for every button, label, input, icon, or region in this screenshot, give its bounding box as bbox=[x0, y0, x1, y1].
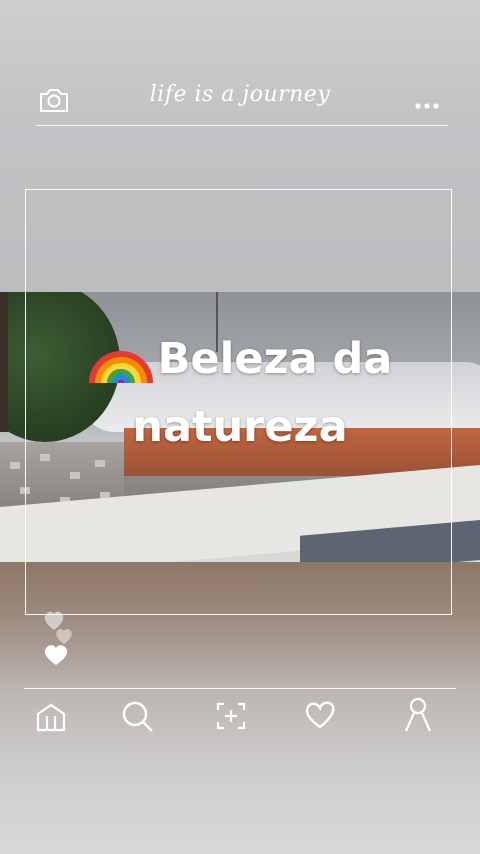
search-icon[interactable] bbox=[121, 700, 155, 738]
hearts-icon[interactable] bbox=[40, 610, 80, 670]
rainbow-emoji-icon bbox=[88, 325, 154, 398]
nav-divider bbox=[24, 688, 456, 689]
heart-icon[interactable] bbox=[303, 700, 337, 734]
caption-line-1: Beleza da bbox=[0, 325, 480, 398]
caption-text-2: natureza bbox=[132, 402, 348, 452]
add-scan-icon[interactable] bbox=[215, 700, 247, 736]
header-title: life is a journey bbox=[149, 82, 331, 107]
camera-icon[interactable] bbox=[38, 86, 70, 118]
post-caption: Beleza da natureza bbox=[0, 325, 480, 456]
caption-text-1: Beleza da bbox=[157, 334, 393, 384]
profile-icon[interactable] bbox=[403, 697, 433, 737]
home-icon[interactable] bbox=[35, 702, 67, 736]
more-dots-icon[interactable] bbox=[414, 96, 442, 115]
header-divider bbox=[36, 125, 448, 126]
